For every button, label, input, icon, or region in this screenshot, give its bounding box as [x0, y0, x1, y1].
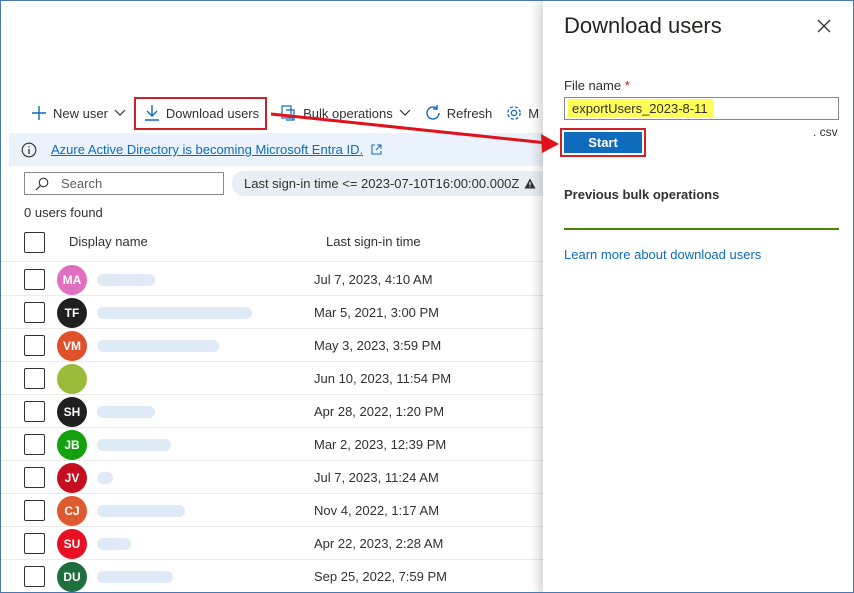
- close-icon[interactable]: [815, 17, 833, 35]
- avatar: CJ: [57, 496, 87, 526]
- table-header: Display name Last sign-in time: [1, 229, 543, 262]
- plus-icon: [29, 103, 49, 123]
- info-banner: Azure Active Directory is becoming Micro…: [9, 133, 543, 166]
- avatar: TF: [57, 298, 87, 328]
- gear-icon: [504, 103, 524, 123]
- bulk-operations-icon: [279, 103, 299, 123]
- chevron-down-icon: [399, 109, 411, 117]
- download-users-button[interactable]: Download users: [133, 96, 268, 130]
- users-found-count: 0 users found: [24, 205, 103, 220]
- refresh-icon: [423, 103, 443, 123]
- redacted-name[interactable]: [97, 307, 252, 319]
- row-checkbox[interactable]: [24, 368, 45, 389]
- more-label: M: [528, 105, 540, 121]
- start-button[interactable]: Start: [564, 132, 642, 153]
- row-checkbox[interactable]: [24, 566, 45, 587]
- redacted-name[interactable]: [97, 505, 185, 517]
- table-row[interactable]: CJ Nov 4, 2022, 1:17 AM: [1, 494, 543, 527]
- row-checkbox[interactable]: [24, 434, 45, 455]
- table-row[interactable]: VM May 3, 2023, 3:59 PM: [1, 329, 543, 362]
- table-row[interactable]: Jun 10, 2023, 11:54 PM: [1, 362, 543, 395]
- avatar: SU: [57, 529, 87, 559]
- avatar: [57, 364, 87, 394]
- learn-more-link[interactable]: Learn more about download users: [564, 247, 761, 262]
- avatar: MA: [57, 265, 87, 295]
- command-bar: New user Download users Bulk operations: [23, 96, 545, 130]
- start-button-highlight: Start: [560, 128, 646, 157]
- refresh-label: Refresh: [446, 105, 493, 121]
- table-row[interactable]: TF Mar 5, 2021, 3:00 PM: [1, 296, 543, 329]
- last-signin-value: Apr 22, 2023, 2:28 AM: [314, 536, 444, 551]
- column-last-signin[interactable]: Last sign-in time: [326, 234, 421, 249]
- warning-icon: [524, 178, 536, 189]
- redacted-name[interactable]: [97, 340, 219, 352]
- avatar: VM: [57, 331, 87, 361]
- last-signin-value: Apr 28, 2022, 1:20 PM: [314, 404, 445, 419]
- refresh-button[interactable]: Refresh: [417, 97, 499, 129]
- user-list: MA Jul 7, 2023, 4:10 AM TF Mar 5, 2021, …: [1, 263, 543, 592]
- row-checkbox[interactable]: [24, 467, 45, 488]
- row-checkbox[interactable]: [24, 500, 45, 521]
- last-signin-value: Nov 4, 2022, 1:17 AM: [314, 503, 440, 518]
- redacted-name[interactable]: [97, 472, 113, 484]
- avatar: DU: [57, 562, 87, 592]
- chevron-down-icon: [114, 109, 126, 117]
- new-user-button[interactable]: New user: [23, 97, 132, 129]
- redacted-name[interactable]: [97, 439, 171, 451]
- column-display-name[interactable]: Display name: [69, 234, 148, 249]
- filter-pill[interactable]: Last sign-in time <= 2023-07-10T16:00:00…: [232, 171, 552, 196]
- last-signin-value: Jul 7, 2023, 4:10 AM: [314, 272, 433, 287]
- row-checkbox[interactable]: [24, 533, 45, 554]
- row-checkbox[interactable]: [24, 335, 45, 356]
- row-checkbox[interactable]: [24, 401, 45, 422]
- external-link-icon[interactable]: [371, 144, 382, 155]
- avatar: SH: [57, 397, 87, 427]
- search-icon: [35, 177, 49, 191]
- last-signin-value: Mar 5, 2021, 3:00 PM: [314, 305, 440, 320]
- table-row[interactable]: MA Jul 7, 2023, 4:10 AM: [1, 263, 543, 296]
- new-user-label: New user: [53, 105, 108, 121]
- last-signin-value: Jun 10, 2023, 11:54 PM: [314, 371, 452, 386]
- table-row[interactable]: DU Sep 25, 2022, 7:59 PM: [1, 560, 543, 592]
- file-name-field[interactable]: [564, 97, 839, 120]
- row-checkbox[interactable]: [24, 302, 45, 323]
- app-window: New user Download users Bulk operations: [0, 0, 854, 593]
- table-row[interactable]: SU Apr 22, 2023, 2:28 AM: [1, 527, 543, 560]
- download-users-label: Download users: [165, 105, 260, 121]
- last-signin-value: Mar 2, 2023, 12:39 PM: [314, 437, 447, 452]
- redacted-name[interactable]: [97, 571, 173, 583]
- redacted-name[interactable]: [97, 274, 155, 286]
- redacted-name[interactable]: [97, 538, 131, 550]
- file-name-input[interactable]: [568, 99, 714, 118]
- entra-id-link[interactable]: Azure Active Directory is becoming Micro…: [51, 142, 363, 157]
- table-row[interactable]: JB Mar 2, 2023, 12:39 PM: [1, 428, 543, 461]
- manage-view-button[interactable]: M: [498, 97, 545, 129]
- filter-text: Last sign-in time <= 2023-07-10T16:00:00…: [244, 176, 520, 191]
- search-box[interactable]: [24, 172, 224, 195]
- required-mark: *: [624, 78, 630, 93]
- download-users-pane: Download users File name * . csv Start P…: [543, 1, 853, 592]
- redacted-name[interactable]: [97, 406, 155, 418]
- file-extension: . csv: [813, 125, 838, 139]
- previous-operations-divider: [564, 228, 839, 230]
- table-row[interactable]: JV Jul 7, 2023, 11:24 AM: [1, 461, 543, 494]
- last-signin-value: Sep 25, 2022, 7:59 PM: [314, 569, 447, 584]
- file-name-label: File name *: [564, 78, 630, 93]
- table-row[interactable]: SH Apr 28, 2022, 1:20 PM: [1, 395, 543, 428]
- search-input[interactable]: [61, 176, 211, 191]
- last-signin-value: Jul 7, 2023, 11:24 AM: [314, 470, 439, 485]
- select-all-checkbox[interactable]: [24, 232, 45, 253]
- avatar: JV: [57, 463, 87, 493]
- previous-operations-title: Previous bulk operations: [564, 187, 720, 202]
- row-checkbox[interactable]: [24, 269, 45, 290]
- download-icon: [142, 103, 162, 123]
- last-signin-value: May 3, 2023, 3:59 PM: [314, 338, 442, 353]
- info-icon: [21, 142, 37, 158]
- bulk-operations-label: Bulk operations: [303, 105, 393, 121]
- avatar: JB: [57, 430, 87, 460]
- bulk-operations-button[interactable]: Bulk operations: [273, 97, 417, 129]
- pane-title: Download users: [564, 13, 722, 38]
